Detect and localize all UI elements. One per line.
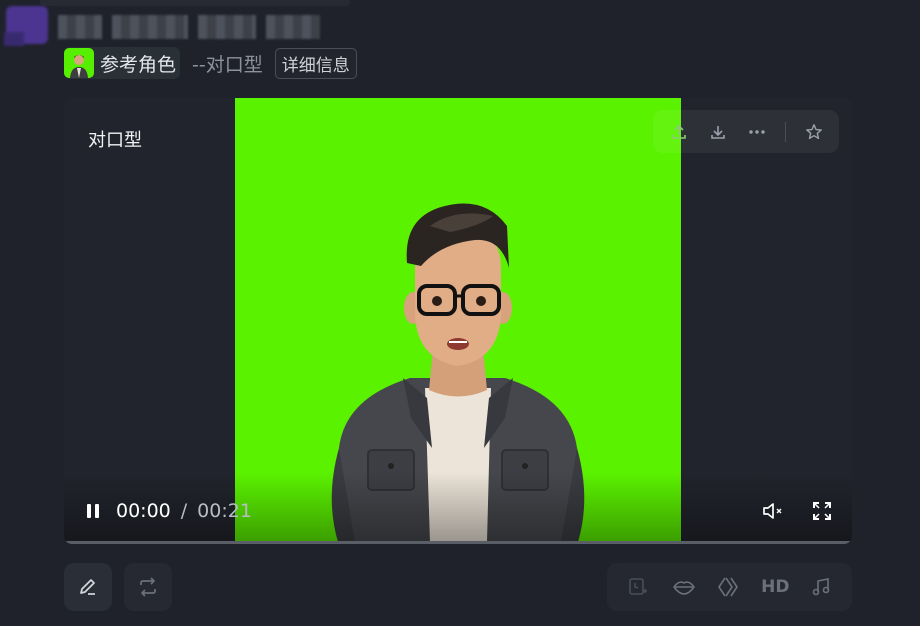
download-icon[interactable]	[707, 121, 729, 143]
role-thumbnail	[64, 48, 94, 78]
user-avatar	[4, 6, 48, 46]
edit-button[interactable]	[64, 563, 112, 611]
video-title: 对口型	[88, 130, 142, 151]
time-separator: /	[180, 500, 188, 522]
lips-icon[interactable]	[671, 574, 697, 600]
regenerate-button[interactable]	[124, 563, 172, 611]
toolbar-divider	[784, 121, 786, 142]
progress-bar[interactable]	[64, 541, 852, 544]
video-player: 对口型 00:00 / 00:21	[64, 98, 852, 544]
hd-button[interactable]: HD	[761, 574, 789, 600]
edit-icon	[77, 576, 99, 598]
playback-controls: 00:00 / 00:21	[84, 496, 252, 526]
reference-role-line: 参考角色 --对口型 详细信息	[64, 47, 357, 79]
header-divider	[40, 0, 350, 6]
more-icon[interactable]	[746, 121, 768, 143]
role-chip-label: 参考角色	[100, 53, 177, 76]
music-icon[interactable]	[808, 574, 834, 600]
role-type-suffix: --对口型	[192, 53, 263, 76]
blurred-username	[58, 15, 320, 39]
reference-role-chip[interactable]: 参考角色	[64, 47, 181, 79]
time-current: 00:00	[116, 500, 171, 522]
star-icon[interactable]	[803, 121, 825, 143]
diamond-icon[interactable]	[716, 574, 742, 600]
details-button[interactable]: 详细信息	[274, 47, 357, 79]
time-display: 00:00 / 00:21	[116, 500, 252, 522]
time-total: 00:21	[197, 500, 252, 522]
extend-icon[interactable]	[625, 574, 651, 600]
mute-icon[interactable]	[762, 501, 784, 521]
playback-controls-right	[762, 496, 832, 526]
fullscreen-icon[interactable]	[812, 501, 832, 521]
upload-icon[interactable]	[668, 121, 690, 143]
video-tools: HD	[607, 563, 852, 611]
video-toolbar	[653, 110, 839, 153]
pause-icon[interactable]	[84, 502, 102, 520]
regenerate-icon	[137, 576, 159, 598]
